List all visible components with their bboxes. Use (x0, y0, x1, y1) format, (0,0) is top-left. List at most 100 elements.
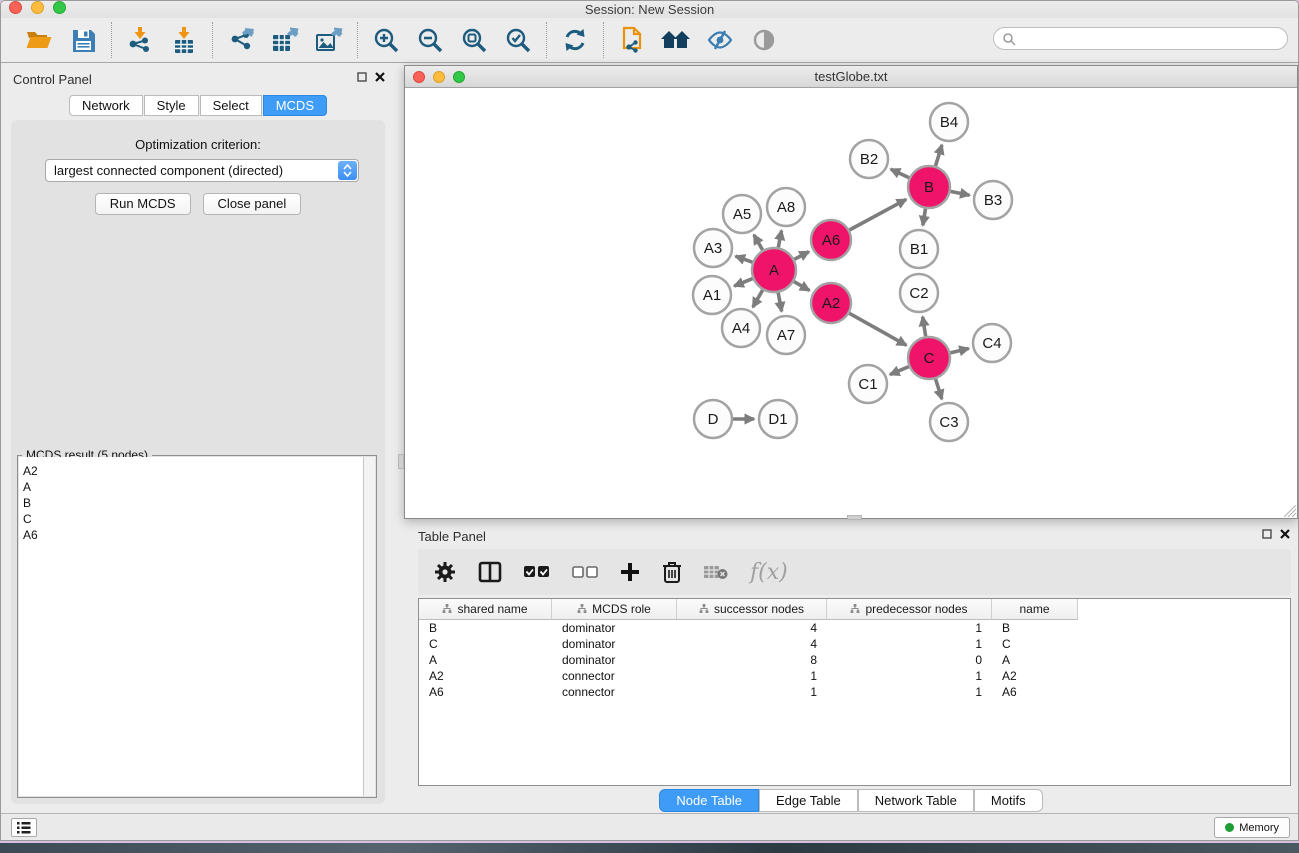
float-panel-icon[interactable] (1262, 529, 1272, 539)
float-panel-icon[interactable] (357, 72, 367, 82)
tab-edge-table[interactable]: Edge Table (759, 789, 858, 812)
search-input[interactable] (1016, 32, 1279, 46)
cell-mcds-role[interactable]: dominator (552, 652, 677, 668)
node-B3[interactable]: B3 (974, 181, 1012, 219)
table-row[interactable]: Cdominator41C (419, 636, 1290, 652)
zoom-selected-button[interactable] (503, 25, 533, 55)
edge-B-B2[interactable] (891, 169, 909, 178)
mcds-result-list[interactable]: A2ABCA6 (19, 457, 363, 796)
cell-mcds-role[interactable]: connector (552, 684, 677, 700)
cell-name[interactable]: A (992, 652, 1078, 668)
home-button[interactable] (661, 25, 691, 55)
column-header-name[interactable]: name (992, 599, 1078, 620)
cell-mcds-role[interactable]: connector (552, 668, 677, 684)
node-C1[interactable]: C1 (849, 365, 887, 403)
mcds-result-item[interactable]: B (23, 495, 363, 511)
optimization-criterion-select[interactable]: largest connected component (directed) (45, 159, 359, 182)
mcds-result-item[interactable]: A (23, 479, 363, 495)
run-mcds-button[interactable]: Run MCDS (95, 193, 191, 215)
table-row[interactable]: A2connector11A2 (419, 668, 1290, 684)
cell-shared-name[interactable]: B (419, 620, 552, 636)
column-header-mcds-role[interactable]: MCDS role (552, 599, 677, 620)
node-B[interactable]: B (908, 166, 950, 208)
edge-A-A4[interactable] (753, 290, 763, 307)
node-A6[interactable]: A6 (811, 220, 851, 260)
cell-predecessor-nodes[interactable]: 0 (827, 652, 992, 668)
task-history-button[interactable] (11, 818, 37, 837)
cell-name[interactable]: A6 (992, 684, 1078, 700)
network-horizontal-scrollbar[interactable] (847, 515, 862, 520)
edge-B-B3[interactable] (951, 191, 970, 195)
table-row[interactable]: Adominator80A (419, 652, 1290, 668)
edge-A-A5[interactable] (754, 235, 763, 250)
hide-annotations-button[interactable] (705, 25, 735, 55)
edge-A-A6[interactable] (794, 252, 809, 260)
cell-shared-name[interactable]: A2 (419, 668, 552, 684)
edge-A-A3[interactable] (736, 256, 753, 262)
memory-button[interactable]: Memory (1214, 817, 1290, 838)
edge-B-B1[interactable] (923, 209, 926, 226)
cell-successor-nodes[interactable]: 1 (677, 684, 827, 700)
edge-C-C2[interactable] (923, 317, 926, 337)
delete-column-button[interactable] (662, 561, 682, 583)
import-network-button[interactable] (125, 25, 155, 55)
cell-successor-nodes[interactable]: 1 (677, 668, 827, 684)
edge-A2-C[interactable] (849, 313, 906, 345)
column-header-successor-nodes[interactable]: successor nodes (677, 599, 827, 620)
cell-predecessor-nodes[interactable]: 1 (827, 668, 992, 684)
cell-shared-name[interactable]: A6 (419, 684, 552, 700)
tab-select[interactable]: Select (200, 95, 262, 116)
node-B2[interactable]: B2 (850, 140, 888, 178)
tab-motifs[interactable]: Motifs (974, 789, 1043, 812)
zoom-window-button[interactable] (53, 1, 66, 14)
tab-network[interactable]: Network (69, 95, 143, 116)
node-table[interactable]: shared nameMCDS rolesuccessor nodesprede… (418, 598, 1291, 786)
cell-successor-nodes[interactable]: 4 (677, 620, 827, 636)
column-header-shared-name[interactable]: shared name (419, 599, 552, 620)
edge-A-A8[interactable] (778, 231, 781, 248)
edge-A6-B[interactable] (849, 199, 906, 230)
node-A3[interactable]: A3 (694, 229, 732, 267)
node-D1[interactable]: D1 (759, 400, 797, 438)
node-A2[interactable]: A2 (811, 283, 851, 323)
save-session-button[interactable] (68, 25, 98, 55)
cell-name[interactable]: C (992, 636, 1078, 652)
zoom-fit-button[interactable] (459, 25, 489, 55)
cell-predecessor-nodes[interactable]: 1 (827, 684, 992, 700)
window-resize-grip[interactable] (1284, 505, 1297, 518)
export-network-button[interactable] (226, 25, 256, 55)
edge-C-C3[interactable] (936, 379, 942, 399)
node-B1[interactable]: B1 (900, 230, 938, 268)
network-window-titlebar[interactable]: testGlobe.txt (405, 66, 1297, 88)
close-panel-button[interactable]: Close panel (203, 193, 302, 215)
edge-C-C1[interactable] (890, 367, 909, 375)
zoom-in-button[interactable] (371, 25, 401, 55)
cell-successor-nodes[interactable]: 8 (677, 652, 827, 668)
edge-B-B4[interactable] (935, 145, 941, 166)
tab-network-table[interactable]: Network Table (858, 789, 974, 812)
edge-C-C4[interactable] (950, 349, 968, 353)
zoom-window-button[interactable] (453, 71, 465, 83)
minimize-window-button[interactable] (433, 71, 445, 83)
cell-mcds-role[interactable]: dominator (552, 636, 677, 652)
main-titlebar[interactable]: Session: New Session (1, 1, 1298, 18)
duplicate-network-button[interactable] (617, 25, 647, 55)
cell-mcds-role[interactable]: dominator (552, 620, 677, 636)
minimize-window-button[interactable] (31, 1, 44, 14)
import-table-button[interactable] (169, 25, 199, 55)
mcds-result-item[interactable]: A6 (23, 527, 363, 543)
tab-mcds[interactable]: MCDS (263, 95, 327, 116)
node-D[interactable]: D (694, 400, 732, 438)
node-B4[interactable]: B4 (930, 103, 968, 141)
unselect-all-columns-button[interactable] (572, 566, 598, 578)
zoom-out-button[interactable] (415, 25, 445, 55)
cell-shared-name[interactable]: C (419, 636, 552, 652)
node-C2[interactable]: C2 (900, 274, 938, 312)
node-A7[interactable]: A7 (767, 316, 805, 354)
cell-predecessor-nodes[interactable]: 1 (827, 620, 992, 636)
network-graph[interactable]: B4B2BB3B1A5A8A6A3AA1A2C2A4A7CC4C1C3DD1 (405, 88, 1297, 518)
show-graphics-details-button[interactable] (749, 25, 779, 55)
create-column-button[interactable] (620, 562, 640, 582)
network-vertical-scrollbar[interactable] (398, 454, 404, 469)
column-header-predecessor-nodes[interactable]: predecessor nodes (827, 599, 992, 620)
